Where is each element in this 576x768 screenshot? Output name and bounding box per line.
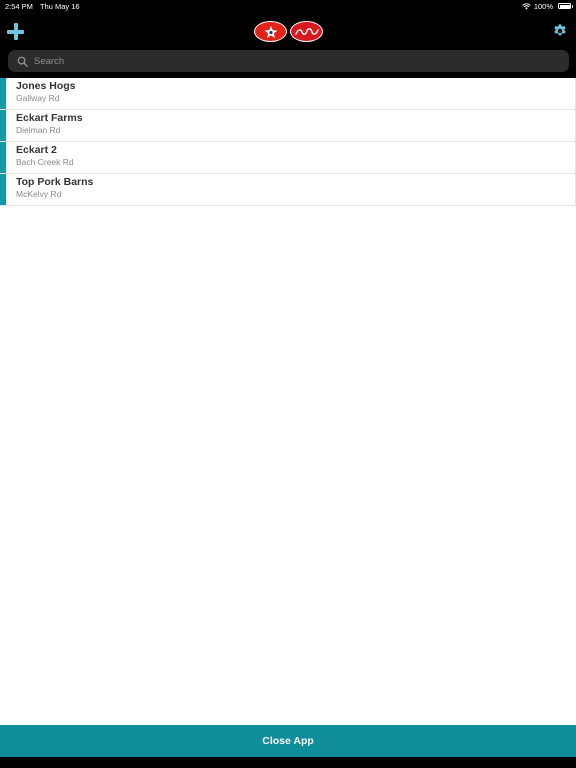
list-item[interactable]: Eckart Farms Dielman Rd — [0, 110, 576, 142]
farm-road: Gallway Rd — [16, 93, 60, 103]
farm-road: Dielman Rd — [16, 125, 61, 135]
row-accent-bar — [0, 174, 6, 205]
list-item[interactable]: Eckart 2 Bach Creek Rd — [0, 142, 576, 174]
farm-name: Top Pork Barns — [16, 176, 94, 188]
list-item[interactable]: Jones Hogs Gallway Rd — [0, 78, 576, 110]
list-item[interactable]: Top Pork Barns McKelvy Rd — [0, 174, 576, 206]
home-indicator-strip — [0, 757, 576, 768]
row-accent-bar — [0, 142, 6, 173]
battery-icon — [558, 3, 573, 9]
status-time: 2:54 PM — [5, 1, 33, 11]
settings-button[interactable] — [552, 23, 568, 39]
brand-logo-cumberland — [290, 21, 323, 42]
script-logo-icon — [294, 27, 319, 35]
farm-name: Eckart 2 — [16, 144, 57, 156]
gear-icon — [554, 24, 566, 36]
search-input[interactable] — [34, 55, 554, 67]
wifi-icon — [522, 2, 531, 9]
app-screen: 2:54 PM Thu May 16 100% Search Jones Hog… — [0, 0, 576, 768]
farm-road: McKelvy Rd — [16, 189, 62, 199]
search-icon — [17, 56, 28, 67]
nav-bar — [0, 12, 576, 78]
star-logo-icon — [264, 25, 277, 38]
status-bar: 2:54 PM Thu May 16 100% — [0, 0, 576, 12]
brand-logo-star — [254, 21, 287, 42]
search-bar[interactable] — [8, 50, 569, 72]
battery-percent: 100% — [533, 1, 553, 11]
farm-list: Jones Hogs Gallway Rd Eckart Farms Dielm… — [0, 78, 576, 206]
add-farm-button[interactable] — [7, 23, 24, 40]
battery-fill — [559, 4, 570, 8]
status-date: Thu May 16 — [39, 1, 80, 11]
close-app-button[interactable]: Close App — [0, 725, 576, 757]
farm-name: Jones Hogs — [16, 80, 76, 92]
farm-name: Eckart Farms — [16, 112, 83, 124]
row-accent-bar — [0, 78, 6, 109]
brand-logos — [254, 21, 323, 42]
farm-road: Bach Creek Rd — [16, 157, 74, 167]
row-accent-bar — [0, 110, 6, 141]
